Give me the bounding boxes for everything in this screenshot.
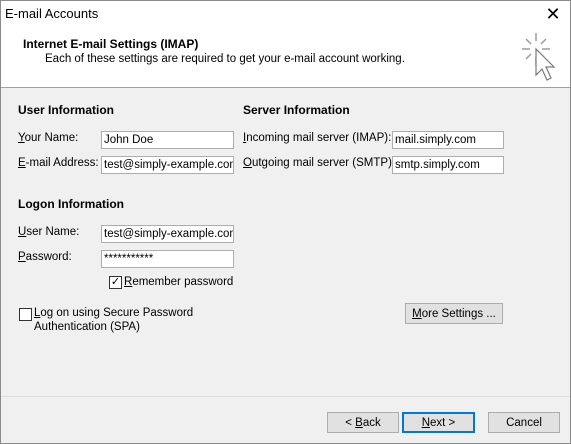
email-label-text: -mail Address: bbox=[25, 157, 99, 169]
back-mnemonic: B bbox=[355, 416, 363, 429]
more-settings-text: ore Settings ... bbox=[421, 307, 496, 320]
email-accounts-dialog: E-mail Accounts ✕ Internet E-mail Settin… bbox=[0, 0, 571, 444]
outgoing-server-input[interactable]: smtp.simply.com bbox=[392, 156, 504, 174]
title-bar: E-mail Accounts ✕ bbox=[1, 1, 570, 27]
user-info-heading: User Information bbox=[18, 103, 115, 117]
more-settings-button[interactable]: More Settings ... bbox=[405, 303, 503, 324]
back-button[interactable]: < Back bbox=[327, 412, 399, 433]
server-info-heading: Server Information bbox=[243, 103, 350, 117]
email-address-input[interactable]: test@simply-example.com bbox=[101, 156, 234, 174]
password-label: Password: bbox=[18, 251, 72, 263]
incoming-label-text: ncoming mail server (IMAP): bbox=[246, 132, 392, 144]
password-label-mnemonic: P bbox=[18, 251, 26, 263]
logon-info-heading: Logon Information bbox=[18, 197, 124, 211]
password-input[interactable]: *********** bbox=[101, 250, 234, 268]
email-label-mnemonic: E bbox=[18, 157, 26, 169]
email-address-label: E-mail Address: bbox=[18, 157, 99, 169]
next-button[interactable]: Next > bbox=[402, 412, 475, 433]
outgoing-label-text: utgoing mail server (SMTP): bbox=[251, 157, 396, 169]
outgoing-label-mnemonic: O bbox=[243, 157, 252, 169]
password-label-text: assword: bbox=[25, 251, 72, 263]
remember-password-label: Remember password bbox=[124, 276, 233, 288]
more-settings-mnemonic: M bbox=[412, 307, 422, 320]
spa-checkbox[interactable] bbox=[19, 308, 32, 321]
your-name-label-mnemonic: Y bbox=[18, 132, 25, 144]
wizard-header: Internet E-mail Settings (IMAP) Each of … bbox=[1, 27, 570, 88]
remember-label-text: emember password bbox=[132, 276, 234, 288]
cancel-button[interactable]: Cancel bbox=[488, 412, 560, 433]
footer-divider bbox=[1, 396, 570, 397]
incoming-server-label: Incoming mail server (IMAP): bbox=[243, 132, 391, 144]
user-name-input[interactable]: test@simply-example.com bbox=[101, 225, 234, 243]
close-icon[interactable]: ✕ bbox=[536, 1, 570, 27]
spa-label-text: og on using Secure Password bbox=[40, 307, 194, 319]
your-name-label-text: our Name: bbox=[24, 132, 79, 144]
incoming-server-input[interactable]: mail.simply.com bbox=[392, 131, 504, 149]
window-title: E-mail Accounts bbox=[5, 6, 99, 21]
user-name-label: User Name: bbox=[18, 226, 79, 238]
outgoing-server-label: Outgoing mail server (SMTP): bbox=[243, 157, 395, 169]
page-title: Internet E-mail Settings (IMAP) bbox=[23, 37, 199, 51]
next-mnemonic: N bbox=[421, 416, 431, 429]
user-name-label-text: ser Name: bbox=[26, 226, 80, 238]
spa-label-line2: Authentication (SPA) bbox=[34, 321, 140, 333]
wizard-cursor-icon bbox=[522, 33, 556, 81]
your-name-label: Your Name: bbox=[18, 132, 78, 144]
remember-password-checkbox[interactable]: ✓ bbox=[109, 276, 122, 289]
back-prefix: < bbox=[345, 416, 356, 429]
page-subtitle: Each of these settings are required to g… bbox=[45, 53, 405, 65]
next-text: ext > bbox=[430, 416, 456, 429]
back-text: ack bbox=[362, 416, 381, 429]
spa-label: Log on using Secure Password bbox=[34, 307, 193, 319]
your-name-input[interactable]: John Doe bbox=[101, 131, 234, 149]
